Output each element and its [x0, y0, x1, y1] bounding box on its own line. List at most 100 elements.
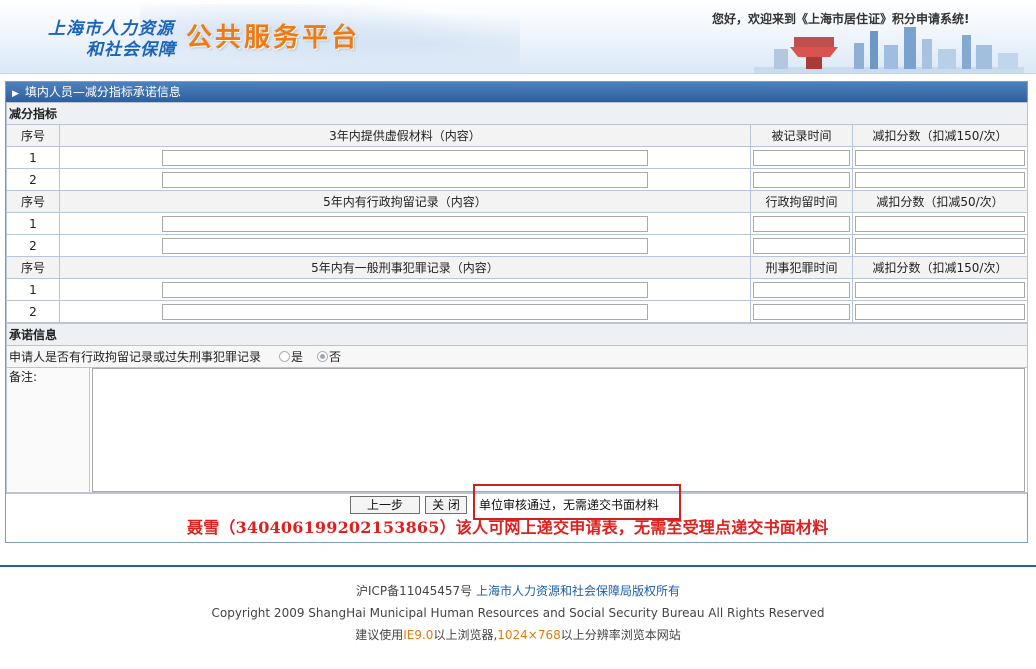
- score-cell: [851, 168, 1029, 191]
- false-material-content-input-1[interactable]: [162, 149, 648, 166]
- logo-bureau-name-line2: 和社会保障: [86, 40, 176, 60]
- site-header: 上海市人力资源 和社会保障 公共服务平台 您好，欢迎来到《上海市居住证》积分申请…: [0, 0, 1036, 74]
- score-cell: [851, 146, 1029, 169]
- detention-time-input-1[interactable]: [753, 215, 850, 232]
- row-seq: 2: [6, 300, 60, 323]
- content-cell: [59, 212, 751, 235]
- remark-textarea[interactable]: [92, 368, 1026, 492]
- row-seq: 2: [6, 234, 60, 257]
- footer-copyright: Copyright 2009 ShangHai Municipal Human …: [211, 606, 825, 620]
- action-bar: 上一步 关 闭 单位审核通过，无需递交书面材料 聂雪（3404061992021…: [6, 484, 1027, 537]
- criminal-time-input-1[interactable]: [753, 281, 850, 298]
- commitment-question-row: 申请人是否有行政拘留记录或过失刑事犯罪记录 是 否: [5, 345, 1029, 368]
- content-cell: [59, 300, 751, 323]
- time-cell: [750, 300, 853, 323]
- criminal-content-input-2[interactable]: [162, 303, 648, 320]
- column-header-time: 刑事犯罪时间: [750, 256, 853, 279]
- column-header-content: 3年内提供虚假材料（内容）: [59, 124, 751, 147]
- content-cell: [59, 278, 751, 301]
- deduct-score-input-2[interactable]: [855, 171, 1026, 188]
- browser-version: IE9.0: [403, 628, 434, 642]
- content-cell: [59, 234, 751, 257]
- logo-platform-name: 公共服务平台: [186, 23, 361, 53]
- table-header-row: 序号 5年内有一般刑事犯罪记录（内容） 刑事犯罪时间 减扣分数（扣减150/次）: [6, 256, 1029, 279]
- criminal-score-input-2[interactable]: [855, 303, 1026, 320]
- radio-yes-label: 是: [291, 350, 304, 364]
- previous-step-button[interactable]: 上一步: [350, 496, 420, 514]
- score-cell: [851, 212, 1029, 235]
- radio-no-label: 否: [329, 350, 342, 364]
- false-material-content-input-2[interactable]: [162, 171, 648, 188]
- browser-tip-post: 以上分辨率浏览本网站: [560, 628, 681, 642]
- triangle-right-icon: ▶: [12, 89, 19, 99]
- column-header-content: 5年内有一般刑事犯罪记录（内容）: [59, 256, 751, 279]
- icp-number: 沪ICP备11045457号: [355, 584, 473, 598]
- column-header-score: 减扣分数（扣减150/次）: [851, 124, 1029, 147]
- audit-status-text: 单位审核通过，无需递交书面材料: [479, 498, 660, 512]
- browser-tip-pre: 建议使用: [355, 628, 404, 642]
- criminal-content-input-1[interactable]: [162, 281, 648, 298]
- column-header-time: 行政拘留时间: [750, 190, 853, 213]
- remark-row: 备注:: [6, 367, 1029, 493]
- content-cell: [59, 168, 751, 191]
- time-cell: [750, 146, 853, 169]
- table-row: 1: [6, 212, 1029, 235]
- screen-resolution: 1024×768: [497, 628, 561, 642]
- criminal-score-input-1[interactable]: [855, 281, 1026, 298]
- city-skyline-icon: [754, 27, 1024, 73]
- score-cell: [851, 234, 1029, 257]
- footer-icp-line: 沪ICP备11045457号 上海市人力资源和社会保障局版权所有: [0, 580, 1036, 602]
- score-cell: [851, 278, 1029, 301]
- detention-content-input-1[interactable]: [162, 215, 648, 232]
- table-header-row: 序号 3年内提供虚假材料（内容） 被记录时间 减扣分数（扣减150/次）: [6, 124, 1029, 147]
- score-cell: [851, 300, 1029, 323]
- table-row: 1: [6, 278, 1029, 301]
- panel-title-bar: ▶ 填内人员—减分指标承诺信息: [6, 82, 1027, 102]
- column-header-content: 5年内有行政拘留记录（内容）: [59, 190, 751, 213]
- detention-time-input-2[interactable]: [753, 237, 850, 254]
- section-title-deduction: 减分指标: [5, 102, 1029, 125]
- content-cell: [59, 146, 751, 169]
- column-header-time: 被记录时间: [750, 124, 853, 147]
- column-header-score: 减扣分数（扣减50/次）: [851, 190, 1029, 213]
- table-row: 2: [6, 168, 1029, 191]
- column-header-seq: 序号: [6, 124, 60, 147]
- column-header-seq: 序号: [6, 256, 60, 279]
- record-time-input-1[interactable]: [753, 149, 850, 166]
- radio-yes[interactable]: [279, 351, 291, 362]
- row-seq: 1: [6, 278, 60, 301]
- close-button[interactable]: 关 闭: [425, 496, 467, 514]
- record-time-input-2[interactable]: [753, 171, 850, 188]
- deduction-table: 减分指标 序号 3年内提供虚假材料（内容） 被记录时间 减扣分数（扣减150/次…: [5, 102, 1029, 323]
- remark-label: 备注:: [6, 367, 90, 493]
- deduct-score-input-1[interactable]: [855, 149, 1026, 166]
- footer-browser-tip: 建议使用IE9.0以上浏览器,1024×768以上分辨率浏览本网站: [0, 624, 1036, 646]
- column-header-score: 减扣分数（扣减150/次）: [851, 256, 1029, 279]
- table-row: 1: [6, 146, 1029, 169]
- time-cell: [750, 234, 853, 257]
- detention-content-input-2[interactable]: [162, 237, 648, 254]
- row-seq: 1: [6, 146, 60, 169]
- commitment-question-cell: 申请人是否有行政拘留记录或过失刑事犯罪记录 是 否: [5, 345, 1029, 368]
- commitment-table: 承诺信息 申请人是否有行政拘留记录或过失刑事犯罪记录 是 否 备注:: [5, 323, 1029, 493]
- detention-score-input-2[interactable]: [855, 237, 1026, 254]
- criminal-time-input-2[interactable]: [753, 303, 850, 320]
- footer-divider: [0, 565, 1036, 567]
- section-header-row: 减分指标: [5, 102, 1029, 125]
- column-header-seq: 序号: [6, 190, 60, 213]
- detention-score-input-1[interactable]: [855, 215, 1026, 232]
- commitment-form-panel: ▶ 填内人员—减分指标承诺信息 减分指标 序号 3年内提供虚假材料（内容） 被记录…: [5, 81, 1029, 543]
- time-cell: [750, 168, 853, 191]
- copyright-owner-link[interactable]: 上海市人力资源和社会保障局版权所有: [476, 584, 680, 598]
- table-row: 2: [6, 234, 1029, 257]
- section-header-row: 承诺信息: [5, 323, 1029, 346]
- browser-tip-mid: 以上浏览器,: [433, 628, 498, 642]
- radio-no[interactable]: [317, 351, 329, 362]
- row-seq: 1: [6, 212, 60, 235]
- time-cell: [750, 278, 853, 301]
- applicant-notice: 聂雪（340406199202153865）该人可网上递交申请表，无需至受理点递…: [187, 518, 829, 537]
- remark-cell: [88, 367, 1029, 493]
- section-title-commitment: 承诺信息: [5, 323, 1029, 346]
- row-seq: 2: [6, 168, 60, 191]
- time-cell: [750, 212, 853, 235]
